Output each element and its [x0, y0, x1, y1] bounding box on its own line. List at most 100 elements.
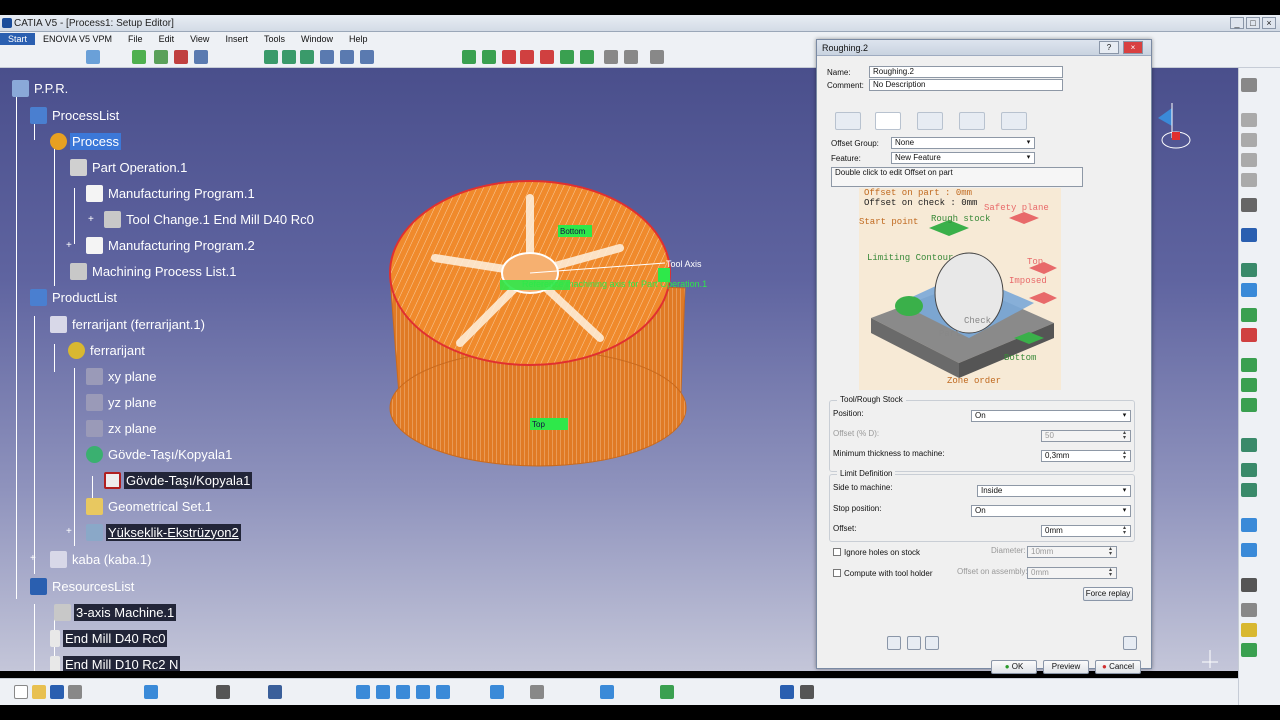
help-button[interactable]: ?	[1099, 41, 1119, 54]
stop-position-select[interactable]: On ▾	[971, 505, 1131, 517]
tab-geometry[interactable]	[875, 112, 901, 130]
open-file-icon[interactable]	[32, 685, 46, 699]
expand-dialog-icon[interactable]	[1123, 636, 1137, 650]
ok-button[interactable]: ● OK	[991, 660, 1037, 674]
formula-icon[interactable]	[216, 685, 230, 699]
menu-help[interactable]: Help	[341, 34, 376, 44]
toolbar-tool-icon[interactable]	[282, 50, 296, 64]
toolbar-tool-icon[interactable]	[1241, 518, 1257, 532]
side-select[interactable]: Inside ▾	[977, 485, 1131, 497]
save-icon[interactable]	[50, 685, 64, 699]
tree-product-1[interactable]: ferrarijant (ferrarijant.1)	[50, 314, 207, 334]
expand-toggle[interactable]: +	[66, 527, 74, 537]
toolbar-tool-icon[interactable]	[1241, 358, 1257, 372]
toolbar-tool-icon[interactable]	[1241, 483, 1257, 497]
toolbar-tool-icon[interactable]	[650, 50, 664, 64]
toolbar-tool-icon[interactable]	[1241, 378, 1257, 392]
toolbar-tool-icon[interactable]	[1241, 328, 1257, 342]
menu-start[interactable]: Start	[0, 33, 36, 45]
menu-enovia[interactable]: ENOVIA V5 VPM	[35, 34, 120, 44]
tree-machine[interactable]: 3-axis Machine.1	[54, 602, 177, 622]
toolbar-tool-icon[interactable]	[1241, 153, 1257, 167]
tree-product-list[interactable]: ProductList	[30, 287, 119, 307]
feature-select[interactable]: New Feature ▾	[891, 152, 1035, 164]
toolbar-tool-icon[interactable]	[1241, 133, 1257, 147]
tab-feeds[interactable]	[959, 112, 985, 130]
tree-process[interactable]: Process	[50, 131, 121, 151]
toolbar-tool-icon[interactable]	[86, 50, 100, 64]
tree-geometrical-set[interactable]: Geometrical Set.1	[86, 496, 214, 516]
toolbar-tool-icon[interactable]	[154, 50, 168, 64]
fit-all-icon[interactable]	[356, 685, 370, 699]
maximize-button[interactable]: □	[1246, 17, 1260, 29]
diameter-field[interactable]: 10mm ▴ ▾	[1027, 546, 1117, 558]
tab-strategy[interactable]	[835, 112, 861, 130]
tree-tool-1[interactable]: End Mill D40 Rc0	[50, 628, 168, 648]
toolbar-tool-icon[interactable]	[132, 50, 146, 64]
name-field[interactable]: Roughing.2	[869, 66, 1063, 78]
toolbar-tool-icon[interactable]	[340, 50, 354, 64]
menu-view[interactable]: View	[182, 34, 217, 44]
toolbar-tool-icon[interactable]	[604, 50, 618, 64]
tree-zx-plane[interactable]: zx plane	[86, 418, 158, 438]
compute-holder-checkbox[interactable]	[833, 569, 841, 577]
wheel-model[interactable]: Bottom Top	[380, 168, 760, 488]
tree-yz-plane[interactable]: yz plane	[86, 392, 158, 412]
toolbar-tool-icon[interactable]	[530, 685, 544, 699]
dialog-close-button[interactable]: ×	[1123, 41, 1143, 54]
toolbar-tool-icon[interactable]	[660, 685, 674, 699]
toolbar-tool-icon[interactable]	[540, 50, 554, 64]
rotate-icon[interactable]	[396, 685, 410, 699]
view-icon[interactable]	[490, 685, 504, 699]
expand-toggle[interactable]: +	[30, 554, 38, 564]
force-replay-button[interactable]: Force replay	[1083, 587, 1133, 601]
tree-body-copy-child[interactable]: Gövde-Taşı/Kopyala1	[104, 470, 253, 490]
toolbar-tool-icon[interactable]	[1241, 398, 1257, 412]
tool-path-simulation-icon[interactable]	[907, 636, 921, 650]
tree-tool-2[interactable]: End Mill D10 Rc2 N	[50, 654, 181, 671]
tool-path-check-icon[interactable]	[925, 636, 939, 650]
toolbar-tool-icon[interactable]	[1241, 228, 1257, 242]
toolbar-tool-icon[interactable]	[1241, 113, 1257, 127]
toolbar-tool-icon[interactable]	[360, 50, 374, 64]
undo-icon[interactable]	[144, 685, 158, 699]
tree-tool-change[interactable]: Tool Change.1 End Mill D40 Rc0	[104, 209, 316, 229]
toolbar-tool-icon[interactable]	[624, 50, 638, 64]
toolbar-tool-icon[interactable]	[1241, 578, 1257, 592]
toolbar-tool-icon[interactable]	[268, 685, 282, 699]
menu-insert[interactable]: Insert	[217, 34, 256, 44]
menu-edit[interactable]: Edit	[151, 34, 183, 44]
toolbar-tool-icon[interactable]	[482, 50, 496, 64]
toolbar-tool-icon[interactable]	[300, 50, 314, 64]
pan-icon[interactable]	[376, 685, 390, 699]
tree-product-part[interactable]: ferrarijant	[68, 340, 147, 360]
cancel-button[interactable]: ● Cancel	[1095, 660, 1141, 674]
toolbar-tool-icon[interactable]	[520, 50, 534, 64]
offset-assembly-field[interactable]: 0mm ▴ ▾	[1027, 567, 1117, 579]
toolbar-tool-icon[interactable]	[194, 50, 208, 64]
toolbar-tool-icon[interactable]	[1241, 643, 1257, 657]
position-select[interactable]: On ▾	[971, 410, 1131, 422]
compass-icon[interactable]	[1150, 98, 1200, 158]
tab-tool[interactable]	[917, 112, 943, 130]
toolbar-tool-icon[interactable]	[502, 50, 516, 64]
toolbar-tool-icon[interactable]	[1241, 283, 1257, 297]
tree-extrusion[interactable]: Yükseklik-Ekstrüzyon2	[86, 522, 241, 542]
offset-pct-field[interactable]: 50 ▴ ▾	[1041, 430, 1131, 442]
toolbar-tool-icon[interactable]	[580, 50, 594, 64]
toolbar-tool-icon[interactable]	[264, 50, 278, 64]
tree-xy-plane[interactable]: xy plane	[86, 366, 158, 386]
tree-resources-list[interactable]: ResourcesList	[30, 576, 136, 596]
toolbar-tool-icon[interactable]	[320, 50, 334, 64]
menu-window[interactable]: Window	[293, 34, 341, 44]
close-button[interactable]: ×	[1262, 17, 1276, 29]
toolbar-tool-icon[interactable]	[1241, 173, 1257, 187]
tab-macros[interactable]	[1001, 112, 1027, 130]
toolbar-tool-icon[interactable]	[780, 685, 794, 699]
toolbar-tool-icon[interactable]	[1241, 438, 1257, 452]
toolbar-tool-icon[interactable]	[1241, 603, 1257, 617]
toolbar-tool-icon[interactable]	[1241, 78, 1257, 92]
menu-file[interactable]: File	[120, 34, 151, 44]
tree-root[interactable]: P.P.R.	[12, 78, 70, 98]
toolbar-tool-icon[interactable]	[1241, 623, 1257, 637]
